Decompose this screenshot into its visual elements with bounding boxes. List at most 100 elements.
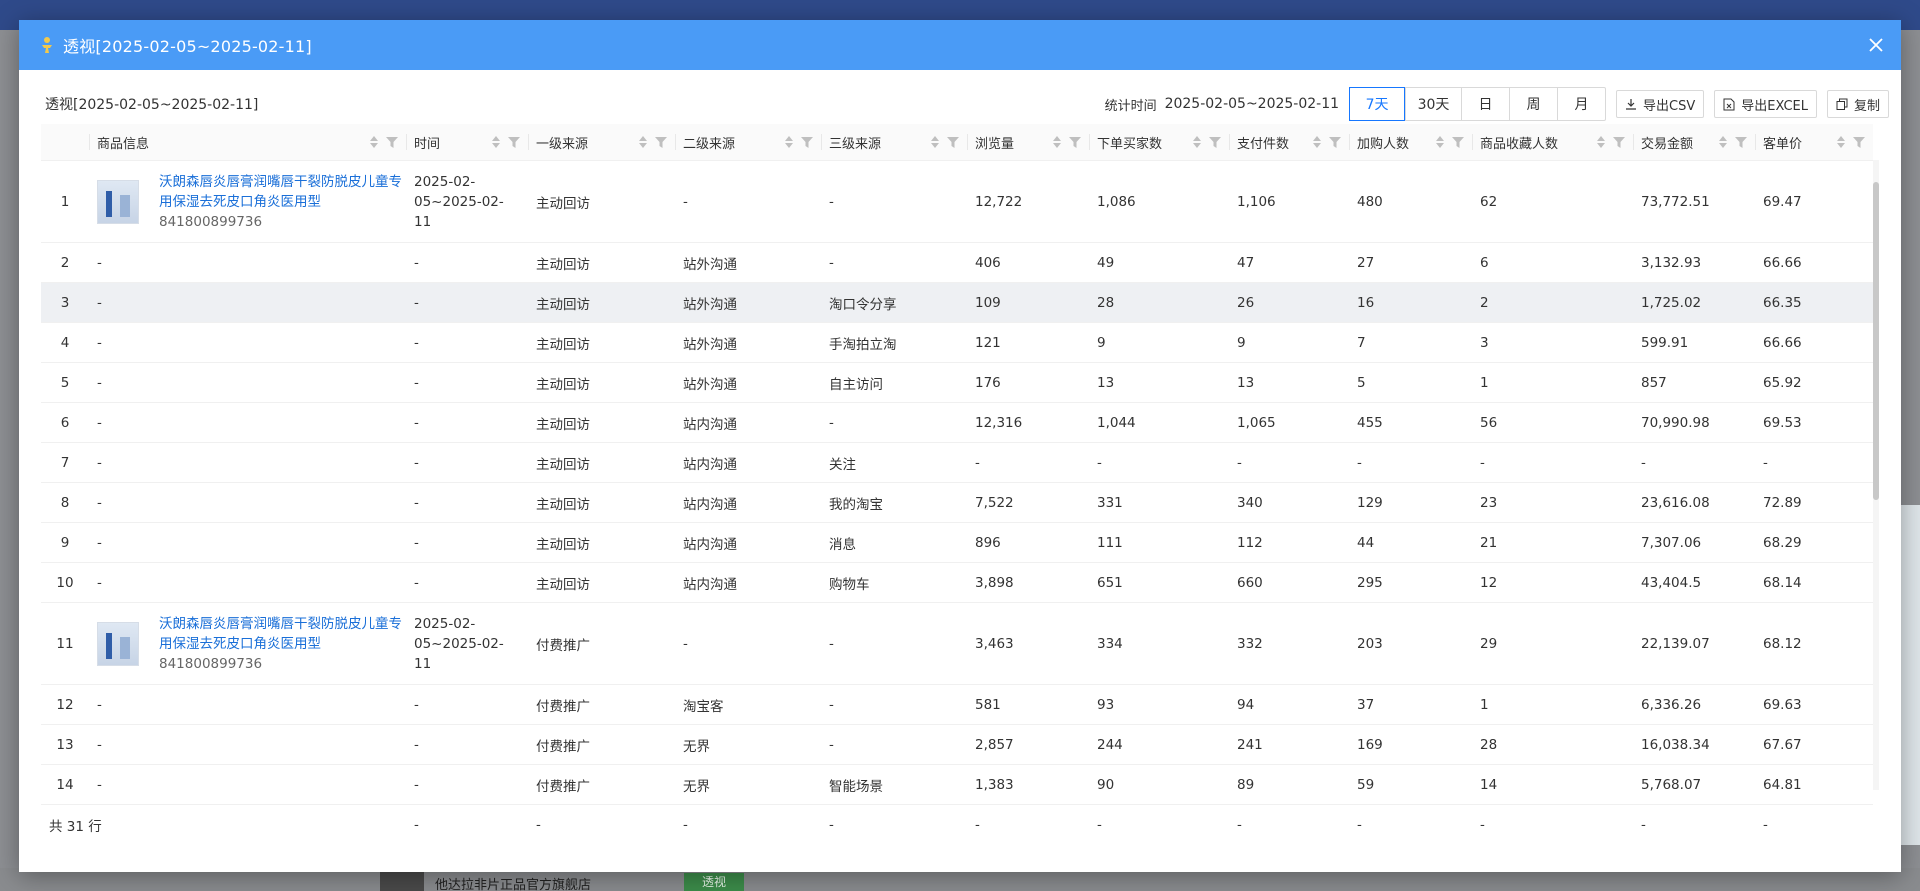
product-name-link[interactable]: 沃朗森唇炎唇膏润嘴唇干裂防脱皮儿童专用保湿去死皮口角炎医用型 xyxy=(159,172,405,212)
vertical-scrollbar[interactable] xyxy=(1873,160,1879,790)
table-row[interactable]: 2- - 主动回访 站外沟通 -406 49 47 27 6 3,132.93 66.66 xyxy=(41,242,1873,283)
cell-paid: 13 xyxy=(1229,362,1349,403)
column-header-favorite-users[interactable]: 商品收藏人数 xyxy=(1472,124,1633,161)
column-header-avg-order[interactable]: 客单价 xyxy=(1755,124,1873,161)
column-header-source-2[interactable]: 二级来源 xyxy=(675,124,821,161)
time-cell: - xyxy=(406,562,528,603)
period-month-button[interactable]: 月 xyxy=(1557,88,1605,120)
table-row[interactable]: 7- - 主动回访 站内沟通 关注 - - - - - - - xyxy=(41,442,1873,483)
sort-icon[interactable] xyxy=(370,136,378,148)
background-right-panel xyxy=(1900,505,1920,845)
table-row[interactable]: 6- - 主动回访 站内沟通 -12,316 1,044 1,065 455 56 70,990.… xyxy=(41,402,1873,443)
copy-button[interactable]: 复制 xyxy=(1826,90,1889,118)
filter-icon[interactable] xyxy=(1613,136,1625,148)
cell-amount: 857 xyxy=(1633,362,1755,403)
filter-icon[interactable] xyxy=(1329,136,1341,148)
modal-title: 透视[2025-02-05~2025-02-11] xyxy=(63,37,312,56)
filter-icon[interactable] xyxy=(1209,136,1221,148)
product-thumbnail[interactable] xyxy=(97,179,139,224)
cell-amount: 3,132.93 xyxy=(1633,242,1755,283)
cell-amount: - xyxy=(1633,442,1755,483)
cell-aov: 69.53 xyxy=(1755,402,1873,443)
cell-aov: - xyxy=(1755,442,1873,483)
table-caption: 透视[2025-02-05~2025-02-11] xyxy=(45,97,259,113)
sort-icon[interactable] xyxy=(639,136,647,148)
table-row[interactable]: 1 沃朗森唇炎唇膏润嘴唇干裂防脱皮儿童专用保湿去死皮口角炎医用型 841800899… xyxy=(41,160,1873,243)
filter-icon[interactable] xyxy=(508,136,520,148)
filter-icon[interactable] xyxy=(1735,136,1747,148)
sort-icon[interactable] xyxy=(931,136,939,148)
cell-fav: 3 xyxy=(1472,322,1633,363)
cell-paid: 26 xyxy=(1229,282,1349,323)
cell-cart: 16 xyxy=(1349,282,1472,323)
column-header-source-1[interactable]: 一级来源 xyxy=(528,124,675,161)
cell-cart: 37 xyxy=(1349,684,1472,725)
period-7d-button[interactable]: 7天 xyxy=(1349,87,1406,121)
cell-paid: 1,106 xyxy=(1229,160,1349,243)
cell-aov: 65.92 xyxy=(1755,362,1873,403)
cell-src1: 主动回访 xyxy=(528,160,675,243)
cell-src2: - xyxy=(675,602,821,685)
sort-icon[interactable] xyxy=(1053,136,1061,148)
table-row[interactable]: 5- - 主动回访 站外沟通 自主访问 176 13 13 5 1 857 65.92 xyxy=(41,362,1873,403)
row-index: 3 xyxy=(41,282,89,323)
product-name-link[interactable]: 沃朗森唇炎唇膏润嘴唇干裂防脱皮儿童专用保湿去死皮口角炎医用型 xyxy=(159,614,405,654)
table-row[interactable]: 13- - 付费推广 无界 -2,857 244 241 169 28 16,038.34 67.6… xyxy=(41,724,1873,765)
table-row[interactable]: 4- - 主动回访 站外沟通 手淘拍立淘 121 9 9 7 3 599.91 66.66 xyxy=(41,322,1873,363)
column-header-product[interactable]: 商品信息 xyxy=(89,124,406,161)
cell-paid: 332 xyxy=(1229,602,1349,685)
filter-icon[interactable] xyxy=(947,136,959,148)
cell-amount: 22,139.07 xyxy=(1633,602,1755,685)
product-cell: - xyxy=(89,562,406,603)
cell-src2: 无界 xyxy=(675,764,821,805)
sort-icon[interactable] xyxy=(1719,136,1727,148)
table-row[interactable]: 9- - 主动回访 站内沟通 消息 896 111 112 44 21 7,307.06 68.29 xyxy=(41,522,1873,563)
table-row[interactable]: 8- - 主动回访 站内沟通 我的淘宝 7,522 331 340 129 23 23,616.08… xyxy=(41,482,1873,523)
export-excel-button[interactable]: 导出EXCEL xyxy=(1714,90,1817,118)
period-30d-button[interactable]: 30天 xyxy=(1405,88,1461,120)
column-header-cart-users[interactable]: 加购人数 xyxy=(1349,124,1472,161)
period-day-button[interactable]: 日 xyxy=(1461,88,1509,120)
cell-src3: 自主访问 xyxy=(821,362,967,403)
filter-icon[interactable] xyxy=(801,136,813,148)
table-row[interactable]: 14- - 付费推广 无界 智能场景 1,383 90 89 59 14 5,768.07 64.81 xyxy=(41,764,1873,805)
sort-icon[interactable] xyxy=(1597,136,1605,148)
background-shop-name: 他达拉非片正品官方旗舰店 xyxy=(435,878,592,891)
sort-icon[interactable] xyxy=(1193,136,1201,148)
filter-icon[interactable] xyxy=(1853,136,1865,148)
column-header-time[interactable]: 时间 xyxy=(406,124,528,161)
sort-icon[interactable] xyxy=(1837,136,1845,148)
close-icon[interactable] xyxy=(1851,20,1901,70)
cell-src3: - xyxy=(821,160,967,243)
filter-icon[interactable] xyxy=(655,136,667,148)
filter-icon[interactable] xyxy=(386,136,398,148)
table-row[interactable]: 11 沃朗森唇炎唇膏润嘴唇干裂防脱皮儿童专用保湿去死皮口角炎医用型 84180089… xyxy=(41,602,1873,685)
toolbar: 透视[2025-02-05~2025-02-11] 统计时间 2025-02-0… xyxy=(19,86,1901,122)
cell-pv: 896 xyxy=(967,522,1089,563)
cell-src3: 关注 xyxy=(821,442,967,483)
cell-buyers: 244 xyxy=(1089,724,1229,765)
product-thumbnail[interactable] xyxy=(97,621,139,666)
sort-icon[interactable] xyxy=(492,136,500,148)
time-cell: - xyxy=(406,322,528,363)
period-week-button[interactable]: 周 xyxy=(1509,88,1557,120)
filter-icon[interactable] xyxy=(1452,136,1464,148)
scrollbar-thumb[interactable] xyxy=(1873,182,1879,500)
column-header-source-3[interactable]: 三级来源 xyxy=(821,124,967,161)
table-row[interactable]: 12- - 付费推广 淘宝客 -581 93 94 37 1 6,336.26 69.63 xyxy=(41,684,1873,725)
column-header-order-buyers[interactable]: 下单买家数 xyxy=(1089,124,1229,161)
cell-src2: 站外沟通 xyxy=(675,242,821,283)
footer-cell: - xyxy=(1633,804,1755,845)
cell-buyers: 93 xyxy=(1089,684,1229,725)
table-row[interactable]: 3- - 主动回访 站外沟通 淘口令分享 109 28 26 16 2 1,725.02 66.35 xyxy=(41,282,1873,323)
filter-icon[interactable] xyxy=(1069,136,1081,148)
column-header-page-views[interactable]: 浏览量 xyxy=(967,124,1089,161)
table-row[interactable]: 10- - 主动回访 站内沟通 购物车 3,898 651 660 295 12 43,404.5 6… xyxy=(41,562,1873,603)
sort-icon[interactable] xyxy=(1436,136,1444,148)
column-header-paid-items[interactable]: 支付件数 xyxy=(1229,124,1349,161)
sort-icon[interactable] xyxy=(785,136,793,148)
column-header-amount[interactable]: 交易金额 xyxy=(1633,124,1755,161)
cell-aov: 67.67 xyxy=(1755,724,1873,765)
sort-icon[interactable] xyxy=(1313,136,1321,148)
export-csv-button[interactable]: 导出CSV xyxy=(1616,90,1705,118)
